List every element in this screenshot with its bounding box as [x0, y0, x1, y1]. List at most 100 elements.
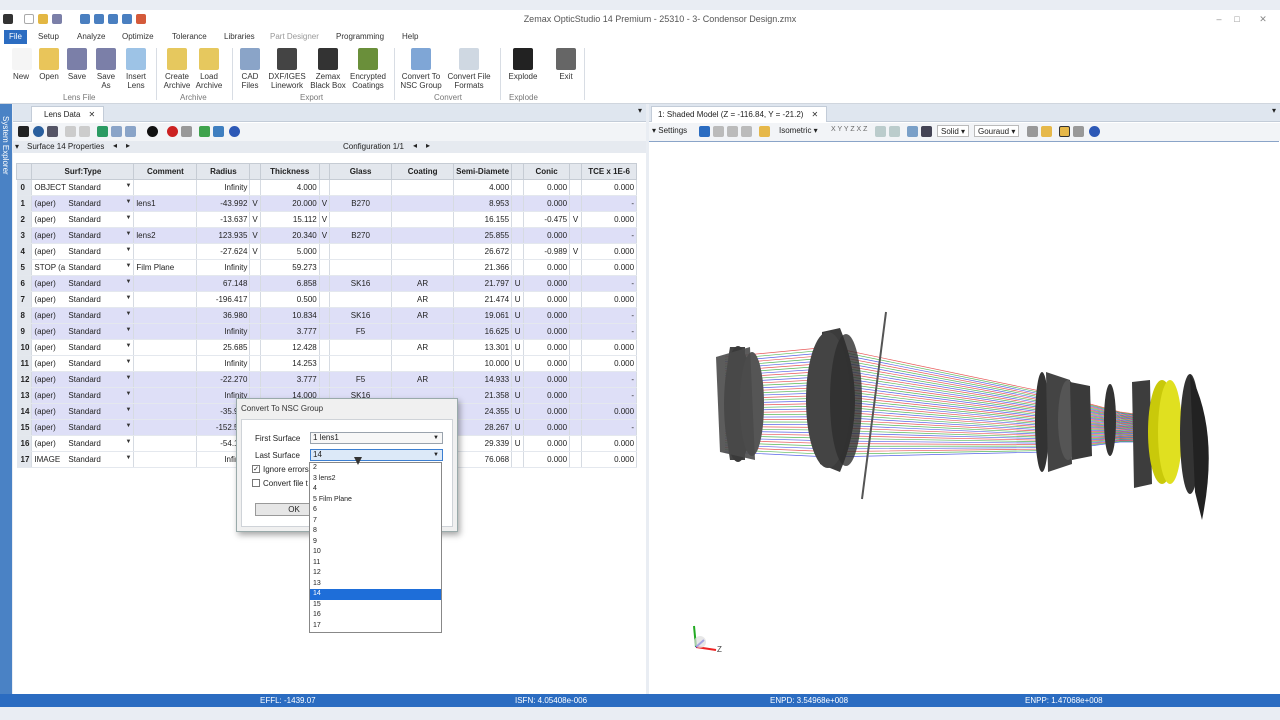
surf-type-cell[interactable]: STOP (a Standard ▼ — [31, 259, 135, 276]
thickness-solve[interactable]: V — [319, 211, 331, 228]
chevron-down-icon[interactable]: ▼ — [125, 327, 131, 333]
surface-number[interactable]: 10 — [16, 339, 33, 356]
coating-cell[interactable]: AR — [391, 339, 455, 356]
chevron-down-icon[interactable]: ▼ — [125, 263, 131, 269]
cad-files-button[interactable]: CAD Files — [238, 48, 262, 90]
chevron-down-icon[interactable]: ▼ — [125, 215, 131, 221]
coating-cell[interactable] — [391, 355, 455, 372]
surface-number[interactable]: 7 — [16, 291, 33, 308]
convert-file-checkbox[interactable] — [252, 479, 260, 487]
comment-cell[interactable] — [133, 355, 198, 372]
semi-diameter-cell[interactable]: 16.155 — [453, 211, 513, 228]
last-surface-select[interactable]: 14 ▼ — [310, 449, 443, 461]
conic-cell[interactable]: 0.000 — [523, 435, 571, 452]
menu-help[interactable]: Help — [402, 32, 418, 41]
conic-cell[interactable]: 0.000 — [523, 195, 571, 212]
surf-type-cell[interactable]: (aper) Standard ▼ — [31, 339, 135, 356]
radius-cell[interactable]: Infinity — [196, 179, 251, 196]
surf-type-cell[interactable]: (aper) Standard ▼ — [31, 307, 135, 324]
tce-cell[interactable]: - — [581, 371, 638, 388]
glass-cell[interactable] — [329, 179, 393, 196]
rotate-icon[interactable] — [889, 126, 900, 137]
thickness-solve[interactable]: V — [319, 227, 331, 244]
help-icon[interactable] — [1089, 126, 1100, 137]
surf-type-cell[interactable]: (aper) Standard ▼ — [31, 371, 135, 388]
chevron-down-icon[interactable]: ▼ — [125, 455, 131, 461]
radius-solve[interactable] — [249, 259, 261, 276]
dropdown-option[interactable]: 15 — [310, 600, 441, 611]
dropdown-option[interactable]: 7 — [310, 516, 441, 527]
surface-number[interactable]: 15 — [16, 419, 33, 436]
radius-cell[interactable]: -196.417 — [196, 291, 251, 308]
chevron-down-icon[interactable]: ▼ — [125, 279, 131, 285]
dropdown-option[interactable]: 17 — [310, 621, 441, 632]
surface-number[interactable]: 14 — [16, 403, 33, 420]
radius-cell[interactable]: Infinity — [196, 323, 251, 340]
radius-cell[interactable]: 67.148 — [196, 275, 251, 292]
conic-cell[interactable]: 0.000 — [523, 275, 571, 292]
surf-type-cell[interactable]: (aper) Standard ▼ — [31, 211, 135, 228]
glass-cell[interactable] — [329, 355, 393, 372]
comment-cell[interactable]: Film Plane — [133, 259, 198, 276]
table-row[interactable]: 8 (aper) Standard ▼ 36.980 10.834 SK16 AR 19.061… — [16, 307, 638, 324]
thickness-cell[interactable]: 10.834 — [260, 307, 320, 324]
circle-icon[interactable] — [147, 126, 158, 137]
semi-diameter-cell[interactable]: 14.933 — [453, 371, 513, 388]
comment-cell[interactable] — [133, 371, 198, 388]
glass-cell[interactable]: SK16 — [329, 307, 393, 324]
table-row[interactable]: 2 (aper) Standard ▼ -13.637 V 15.112 V 16.155 -0.… — [16, 211, 638, 228]
thickness-solve[interactable] — [319, 291, 331, 308]
semi-diameter-cell[interactable]: 29.339 — [453, 435, 513, 452]
surf-type-cell[interactable]: IMAGE Standard ▼ — [31, 451, 135, 468]
surf-type-cell[interactable]: (aper) Standard ▼ — [31, 275, 135, 292]
comment-cell[interactable] — [133, 419, 198, 436]
last-surface-dropdown[interactable]: 23 lens2 4 5 Film Plane 6 7 8 9 10 11 12 13 14 15 16 1… — [309, 462, 442, 633]
surf-type-cell[interactable]: (aper) Standard ▼ — [31, 227, 135, 244]
table-row[interactable]: 0 OBJECT Standard ▼ Infinity 4.000 4.000 0.000 0… — [16, 179, 638, 196]
insert-lens-button[interactable]: Insert Lens — [122, 48, 150, 90]
comment-cell[interactable] — [133, 435, 198, 452]
column-header[interactable]: Conic — [523, 163, 571, 180]
tce-cell[interactable]: - — [581, 419, 638, 436]
surface-number[interactable]: 5 — [16, 259, 33, 276]
dropdown-option[interactable]: 16 — [310, 610, 441, 621]
thickness-cell[interactable]: 5.000 — [260, 243, 320, 260]
glass-cell[interactable] — [329, 259, 393, 276]
tce-cell[interactable]: 0.000 — [581, 451, 638, 468]
coating-cell[interactable]: AR — [391, 307, 455, 324]
menu-setup[interactable]: Setup — [38, 32, 59, 41]
radius-solve[interactable]: V — [249, 211, 261, 228]
close-tab-icon[interactable]: ✕ — [88, 110, 95, 119]
conic-cell[interactable]: 0.000 — [523, 227, 571, 244]
radius-cell[interactable]: 123.935 — [196, 227, 251, 244]
dropdown-option[interactable]: 6 — [310, 505, 441, 516]
conic-cell[interactable]: 0.000 — [523, 307, 571, 324]
grid-icon[interactable] — [47, 126, 58, 137]
coating-cell[interactable]: AR — [391, 291, 455, 308]
glass-cell[interactable] — [329, 243, 393, 260]
column-header[interactable]: Thickness — [259, 163, 320, 180]
next-config-icon[interactable]: ▸ — [426, 141, 430, 150]
thickness-cell[interactable]: 3.777 — [260, 323, 320, 340]
tab-shaded-model[interactable]: 1: Shaded Model (Z = -116.84, Y = -21.2)… — [651, 106, 828, 122]
semi-diameter-solve[interactable]: U — [511, 339, 525, 356]
conic-cell[interactable]: 0.000 — [523, 387, 571, 404]
thickness-solve[interactable] — [319, 243, 331, 260]
thickness-cell[interactable]: 3.777 — [260, 371, 320, 388]
shaded-model-canvas[interactable]: Z — [650, 142, 1276, 690]
open-folder-icon[interactable] — [38, 14, 48, 24]
swap-icon[interactable] — [213, 126, 224, 137]
dropdown-option[interactable]: 4 — [310, 484, 441, 495]
semi-diameter-cell[interactable]: 26.672 — [453, 243, 513, 260]
column-header[interactable]: Comment — [133, 163, 198, 180]
semi-diameter-solve[interactable] — [511, 451, 525, 468]
solve-icon[interactable] — [97, 126, 108, 137]
copy-icon[interactable] — [713, 126, 724, 137]
collapse-icon[interactable]: ▾ — [15, 142, 19, 151]
help-icon[interactable] — [229, 126, 240, 137]
open-button[interactable]: Open — [38, 48, 60, 81]
column-header[interactable] — [569, 163, 583, 180]
tce-cell[interactable]: 0.000 — [581, 355, 638, 372]
conic-cell[interactable]: 0.000 — [523, 451, 571, 468]
conic-solve[interactable] — [569, 307, 583, 324]
